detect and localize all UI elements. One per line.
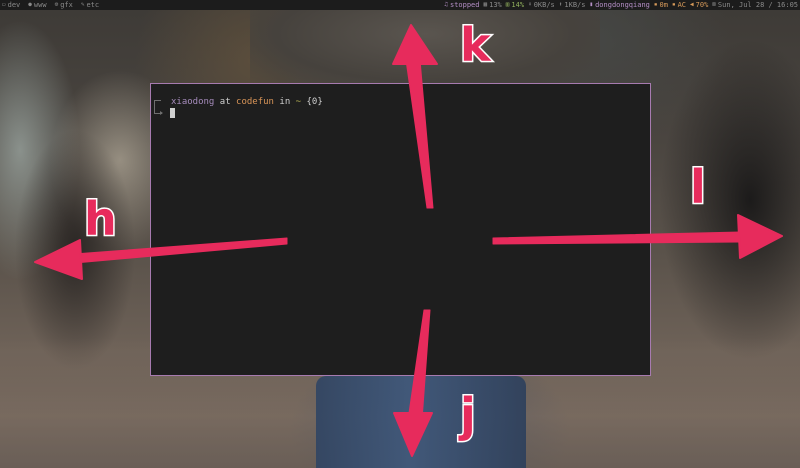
upload-label: 1KB/s <box>564 1 586 9</box>
upload-status: ⬆ 1KB/s <box>559 0 586 10</box>
terminal-icon: ▭ <box>2 1 6 8</box>
download-status: ⬇ 0KB/s <box>528 0 555 10</box>
key-letter-l: l <box>689 160 708 214</box>
prompt-host: codefun <box>236 97 274 107</box>
volume-icon: ◀ <box>690 1 694 8</box>
prompt-at: at <box>219 97 231 107</box>
music-icon: ♫ <box>444 1 448 8</box>
cpu-status: ▦ 13% <box>484 0 502 10</box>
music-label: stopped <box>449 1 480 9</box>
volume-label: 70% <box>695 1 709 9</box>
memory-status: ▥ 14% <box>506 0 524 10</box>
workspace-label: gfx <box>60 1 73 9</box>
calendar-icon: ⊠ <box>712 1 716 8</box>
prompt-exit-status: {0} <box>306 97 323 107</box>
wallpaper-sweater <box>250 10 600 90</box>
workspace-www[interactable]: ● www <box>28 0 46 10</box>
cpu-icon: ▦ <box>483 1 488 8</box>
memory-label: 14% <box>511 1 525 9</box>
download-label: 0KB/s <box>533 1 555 9</box>
workspace-label: www <box>33 1 47 9</box>
prompt-arrow-icon <box>154 111 163 115</box>
gear-icon: ⚙ <box>54 1 59 8</box>
workspace-list: ▭ dev ● www ⚙ gfx ✎ etc <box>2 0 99 10</box>
memory-icon: ▥ <box>505 1 510 8</box>
clock-label: Sun, Jul 28 / 16:05 <box>717 1 798 9</box>
workspace-gfx[interactable]: ⚙ gfx <box>55 0 73 10</box>
wrench-icon: ✎ <box>80 1 85 8</box>
prompt-user: xiaodong <box>171 97 215 107</box>
wallpaper-jeans <box>316 376 526 468</box>
battery-time-status: ▪ 0m <box>654 0 668 10</box>
wifi-icon: ▮ <box>589 1 594 8</box>
key-letter-j: j <box>459 388 478 442</box>
workspace-label: dev <box>7 1 21 9</box>
wifi-label: dongdongqiang <box>595 1 650 9</box>
power-label: AC <box>677 1 687 9</box>
battery-icon: ▪ <box>653 1 658 8</box>
upload-icon: ⬆ <box>558 1 563 8</box>
music-status[interactable]: ♫ stopped <box>444 0 479 10</box>
download-icon: ⬇ <box>528 1 532 8</box>
terminal-prompt: xiaodong at codefun in ~ {0} <box>157 97 323 108</box>
key-letter-h: h <box>83 192 119 246</box>
volume-status[interactable]: ◀ 70% <box>690 0 708 10</box>
clock[interactable]: ⊠ Sun, Jul 28 / 16:05 <box>712 0 798 10</box>
status-bar: ▭ dev ● www ⚙ gfx ✎ etc ♫ stopped ▦ 13% … <box>0 0 800 10</box>
desktop: ▭ dev ● www ⚙ gfx ✎ etc ♫ stopped ▦ 13% … <box>0 0 800 468</box>
terminal-window[interactable]: xiaodong at codefun in ~ {0} <box>150 83 651 376</box>
workspace-label: etc <box>86 1 100 9</box>
power-status: ▪ AC <box>672 0 686 10</box>
wifi-status[interactable]: ▮ dongdongqiang <box>589 0 649 10</box>
power-icon: ▪ <box>671 1 676 8</box>
system-info: ♫ stopped ▦ 13% ▥ 14% ⬇ 0KB/s ⬆ 1KB/s ▮ … <box>444 0 798 10</box>
terminal-cursor <box>170 108 175 118</box>
cpu-label: 13% <box>489 1 502 9</box>
key-letter-k: k <box>459 18 493 72</box>
workspace-dev[interactable]: ▭ dev <box>2 0 20 10</box>
user-icon: ● <box>28 1 32 8</box>
workspace-etc[interactable]: ✎ etc <box>81 0 99 10</box>
prompt-in: in <box>279 97 291 107</box>
battery-time-label: 0m <box>659 1 668 9</box>
prompt-path: ~ <box>295 97 302 107</box>
